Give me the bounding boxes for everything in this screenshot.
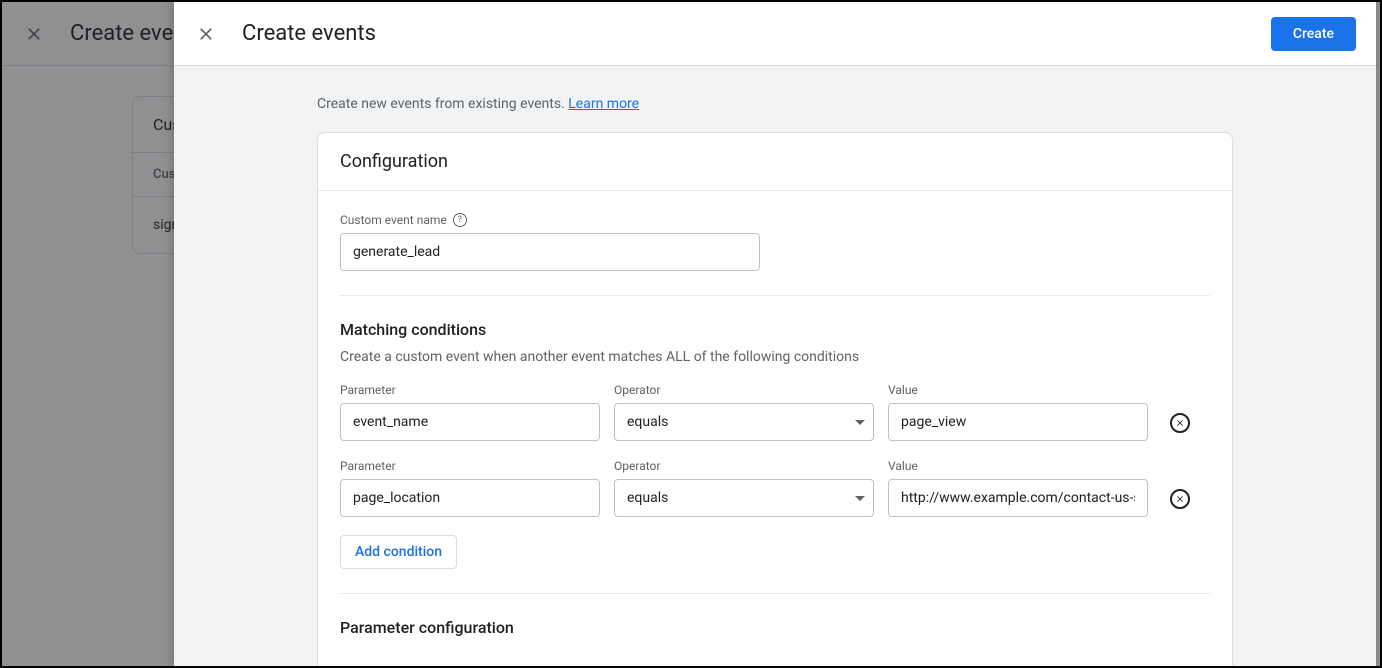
condition-row: Parameter Operator equals Value xyxy=(340,459,1210,517)
parameter-input[interactable] xyxy=(340,403,600,441)
create-events-modal: Create events Create Create new events f… xyxy=(174,2,1376,666)
configuration-card: Configuration Custom event name ? Matchi… xyxy=(317,132,1233,666)
matching-conditions-desc: Create a custom event when another event… xyxy=(340,349,1210,365)
value-input[interactable] xyxy=(888,479,1148,517)
add-condition-button[interactable]: Add condition xyxy=(340,535,457,569)
matching-conditions-title: Matching conditions xyxy=(340,320,1210,339)
parameter-label: Parameter xyxy=(340,459,600,473)
event-name-label: Custom event name ? xyxy=(340,213,1210,227)
operator-label: Operator xyxy=(614,383,874,397)
modal-header: Create events Create xyxy=(174,2,1376,66)
parameter-input[interactable] xyxy=(340,479,600,517)
modal-title: Create events xyxy=(242,21,1271,46)
help-icon[interactable]: ? xyxy=(453,213,467,227)
close-icon[interactable] xyxy=(194,22,218,46)
learn-more-link[interactable]: Learn more xyxy=(568,96,639,112)
configuration-header: Configuration xyxy=(318,133,1232,191)
remove-condition-icon[interactable] xyxy=(1170,413,1190,433)
intro-text: Create new events from existing events. xyxy=(317,96,568,112)
operator-select[interactable]: equals xyxy=(614,479,874,517)
parameter-config-title: Parameter configuration xyxy=(340,618,1210,637)
condition-row: Parameter Operator equals Value xyxy=(340,383,1210,441)
configuration-inner: Custom event name ? Matching conditions … xyxy=(318,191,1232,666)
value-label: Value xyxy=(888,459,1148,473)
divider xyxy=(340,593,1210,594)
parameter-label: Parameter xyxy=(340,383,600,397)
modal-body[interactable]: Create new events from existing events. … xyxy=(174,66,1376,666)
event-name-input[interactable] xyxy=(340,233,760,271)
chevron-down-icon xyxy=(855,420,865,425)
value-input[interactable] xyxy=(888,403,1148,441)
value-label: Value xyxy=(888,383,1148,397)
intro-row: Create new events from existing events. … xyxy=(317,96,1233,112)
divider xyxy=(340,295,1210,296)
operator-select[interactable]: equals xyxy=(614,403,874,441)
remove-condition-icon[interactable] xyxy=(1170,489,1190,509)
operator-label: Operator xyxy=(614,459,874,473)
chevron-down-icon xyxy=(855,496,865,501)
create-button[interactable]: Create xyxy=(1271,17,1356,51)
